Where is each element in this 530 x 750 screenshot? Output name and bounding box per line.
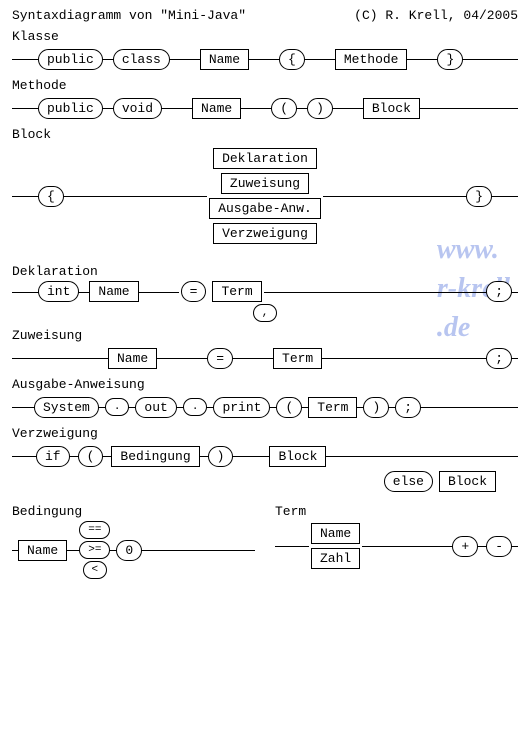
comparison-ops: == >= < [79, 521, 110, 579]
terminal-int: int [38, 281, 79, 302]
terminal-minus: - [486, 536, 512, 557]
terminal-comma: , [253, 304, 278, 322]
terminal-ge: >= [79, 541, 110, 559]
terminal-out: out [135, 397, 176, 418]
section-label-term: Term [275, 504, 518, 519]
terminal-lbrace: { [38, 186, 64, 207]
nonterminal-deklaration: Deklaration [213, 148, 317, 169]
nonterminal-ausgabe: Ausgabe-Anw. [209, 198, 321, 219]
section-label-methode: Methode [12, 78, 518, 93]
section-label-bedingung: Bedingung [12, 504, 255, 519]
terminal-eq: = [207, 348, 233, 369]
nonterminal-methode: Methode [335, 49, 408, 70]
terminal-public: public [38, 49, 103, 70]
term-alternatives: Name Zahl [309, 521, 362, 571]
rail-term: Name Zahl + - [275, 521, 518, 571]
terminal-semi: ; [486, 348, 512, 369]
nonterminal-block: Block [363, 98, 420, 119]
section-label-ausgabe: Ausgabe-Anweisung [12, 377, 518, 392]
terminal-if: if [36, 446, 70, 467]
nonterminal-name: Name [18, 540, 67, 561]
terminal-eq: = [181, 281, 207, 302]
section-label-verzweigung: Verzweigung [12, 426, 518, 441]
terminal-lt: < [83, 561, 108, 579]
rail-verzweigung: if ( Bedingung ) Block [12, 443, 518, 469]
rail-zuweisung: Name = Term ; [12, 345, 518, 371]
terminal-rbrace: } [466, 186, 492, 207]
nonterminal-block: Block [439, 471, 496, 492]
terminal-print: print [213, 397, 270, 418]
rail-bedingung: Name == >= < 0 [12, 521, 255, 579]
rail-methode: public void Name ( ) Block [12, 95, 518, 121]
terminal-plus: + [452, 536, 478, 557]
terminal-rpar: ) [208, 446, 234, 467]
terminal-zero: 0 [116, 540, 142, 561]
block-alternatives: Deklaration Zuweisung Ausgabe-Anw. Verzw… [207, 146, 323, 246]
section-label-zuweisung: Zuweisung [12, 328, 518, 343]
terminal-else: else [384, 471, 433, 492]
nonterminal-term: Term [273, 348, 322, 369]
page-title: Syntaxdiagramm von "Mini-Java" [12, 8, 246, 23]
terminal-lbrace: { [279, 49, 305, 70]
terminal-dot: . [105, 398, 130, 416]
terminal-void: void [113, 98, 162, 119]
section-label-block: Block [12, 127, 518, 142]
terminal-lpar: ( [78, 446, 104, 467]
nonterminal-name: Name [311, 523, 360, 544]
terminal-rbrace: } [437, 49, 463, 70]
rail-deklaration: int Name = Term ; [12, 281, 518, 302]
terminal-public: public [38, 98, 103, 119]
terminal-lpar: ( [271, 98, 297, 119]
terminal-system: System [34, 397, 99, 418]
nonterminal-zuweisung: Zuweisung [221, 173, 309, 194]
nonterminal-name: Name [192, 98, 241, 119]
terminal-semi: ; [395, 397, 421, 418]
terminal-lpar: ( [276, 397, 302, 418]
terminal-semi: ; [486, 281, 512, 302]
section-label-deklaration: Deklaration [12, 264, 518, 279]
nonterminal-bedingung: Bedingung [111, 446, 199, 467]
terminal-eqeq: == [79, 521, 110, 539]
terminal-rpar: ) [307, 98, 333, 119]
nonterminal-term: Term [308, 397, 357, 418]
nonterminal-block: Block [269, 446, 326, 467]
copyright: (C) R. Krell, 04/2005 [354, 8, 518, 23]
nonterminal-name: Name [200, 49, 249, 70]
rail-ausgabe: System . out . print ( Term ) ; [12, 394, 518, 420]
rail-klasse: public class Name { Methode } [12, 46, 518, 72]
nonterminal-name: Name [108, 348, 157, 369]
nonterminal-name: Name [89, 281, 138, 302]
nonterminal-term: Term [212, 281, 261, 302]
nonterminal-zahl: Zahl [311, 548, 360, 569]
rail-block: { Deklaration Zuweisung Ausgabe-Anw. Ver… [12, 144, 518, 248]
terminal-class: class [113, 49, 170, 70]
nonterminal-verzweigung: Verzweigung [213, 223, 317, 244]
terminal-rpar: ) [363, 397, 389, 418]
terminal-dot: . [183, 398, 208, 416]
section-label-klasse: Klasse [12, 29, 518, 44]
